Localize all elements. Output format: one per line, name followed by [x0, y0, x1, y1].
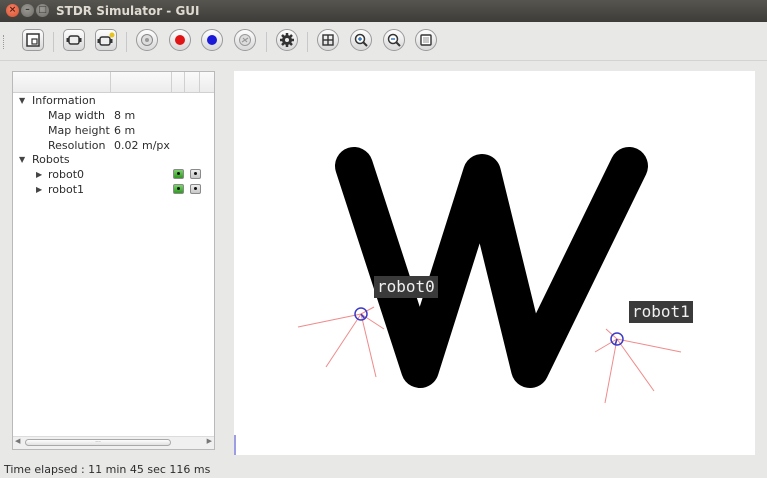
maximize-window-button[interactable]: □ — [36, 4, 49, 17]
minimize-window-button[interactable]: – — [21, 4, 34, 17]
eye-icon[interactable] — [190, 184, 201, 194]
info-value: 0.02 m/px — [114, 139, 170, 152]
horizontal-scrollbar[interactable]: ◀ ··· ▶ — [13, 436, 214, 449]
map-obstacle-w — [335, 147, 648, 388]
expand-arrow-icon[interactable]: ▼ — [19, 96, 25, 105]
collapse-arrow-icon[interactable]: ▶ — [36, 185, 42, 194]
scroll-left-icon[interactable]: ◀ — [15, 437, 20, 445]
record-blue-icon — [207, 35, 217, 45]
tree-item-robots[interactable]: Robots — [32, 152, 70, 167]
grid-icon — [322, 34, 334, 46]
visibility-toggle-icon[interactable] — [173, 184, 184, 194]
toolbar — [0, 22, 767, 61]
zoom-out-button[interactable] — [383, 29, 405, 51]
info-value: 6 m — [114, 124, 136, 137]
tree-column-divider[interactable] — [171, 72, 172, 92]
rfid-icon — [239, 34, 251, 46]
record-red-button[interactable] — [169, 29, 191, 51]
collapse-arrow-icon[interactable]: ▶ — [36, 170, 42, 179]
add-robot-plus-icon — [97, 32, 115, 46]
visibility-toggle-icon[interactable] — [173, 169, 184, 179]
toolbar-separator — [266, 32, 267, 52]
zoom-in-button[interactable] — [350, 29, 372, 51]
tree-column-divider[interactable] — [184, 72, 185, 92]
eye-icon[interactable] — [190, 169, 201, 179]
add-sensor-button[interactable] — [136, 29, 158, 51]
title-bar: × – □ STDR Simulator - GUI — [0, 0, 767, 22]
expand-arrow-icon[interactable]: ▼ — [19, 155, 25, 164]
tree-item-robot[interactable]: robot0 — [48, 167, 84, 182]
record-red-icon — [175, 35, 185, 45]
info-key: Map height — [48, 124, 110, 137]
fit-window-button[interactable] — [415, 29, 437, 51]
zoom-in-icon — [354, 33, 368, 47]
info-tree-panel: ▼ Information Map width 8 m Map height 6… — [12, 71, 215, 450]
add-robot-icon — [66, 35, 82, 45]
robot-label: robot1 — [629, 301, 693, 323]
info-key: Map width — [48, 109, 106, 122]
add-sensor-icon — [141, 34, 153, 46]
properties-gear-icon — [280, 33, 294, 47]
load-map-icon — [26, 33, 40, 47]
map-canvas[interactable]: robot0 robot1 — [234, 71, 755, 455]
tree-column-divider[interactable] — [110, 72, 111, 92]
grid-button[interactable] — [317, 29, 339, 51]
tree-header — [13, 72, 214, 93]
robot0-laser-rays — [297, 306, 385, 378]
add-robot-plus-button[interactable] — [95, 29, 117, 51]
status-bar: Time elapsed : 11 min 45 sec 116 ms — [4, 463, 211, 476]
load-map-button[interactable] — [22, 29, 44, 51]
toolbar-separator — [307, 32, 308, 52]
info-key: Resolution — [48, 139, 106, 152]
toolbar-separator — [126, 32, 127, 52]
tree-item-information[interactable]: Information — [32, 93, 96, 108]
tree-column-divider[interactable] — [199, 72, 200, 92]
record-blue-button[interactable] — [201, 29, 223, 51]
robot1-laser-rays — [594, 328, 682, 404]
map-view — [234, 147, 682, 455]
info-value: 8 m — [114, 109, 136, 122]
fit-window-icon — [420, 34, 432, 46]
window-title: STDR Simulator - GUI — [56, 4, 200, 18]
close-window-button[interactable]: × — [6, 4, 19, 17]
properties-button[interactable] — [276, 29, 298, 51]
zoom-out-icon — [387, 33, 401, 47]
rfid-button[interactable] — [234, 29, 256, 51]
toolbar-grip[interactable] — [3, 35, 6, 49]
tree-item-robot[interactable]: robot1 — [48, 182, 84, 197]
scrollbar-thumb[interactable]: ··· — [25, 439, 171, 446]
robot-label: robot0 — [374, 276, 438, 298]
scroll-right-icon[interactable]: ▶ — [207, 437, 212, 445]
toolbar-separator — [53, 32, 54, 52]
add-robot-button[interactable] — [63, 29, 85, 51]
